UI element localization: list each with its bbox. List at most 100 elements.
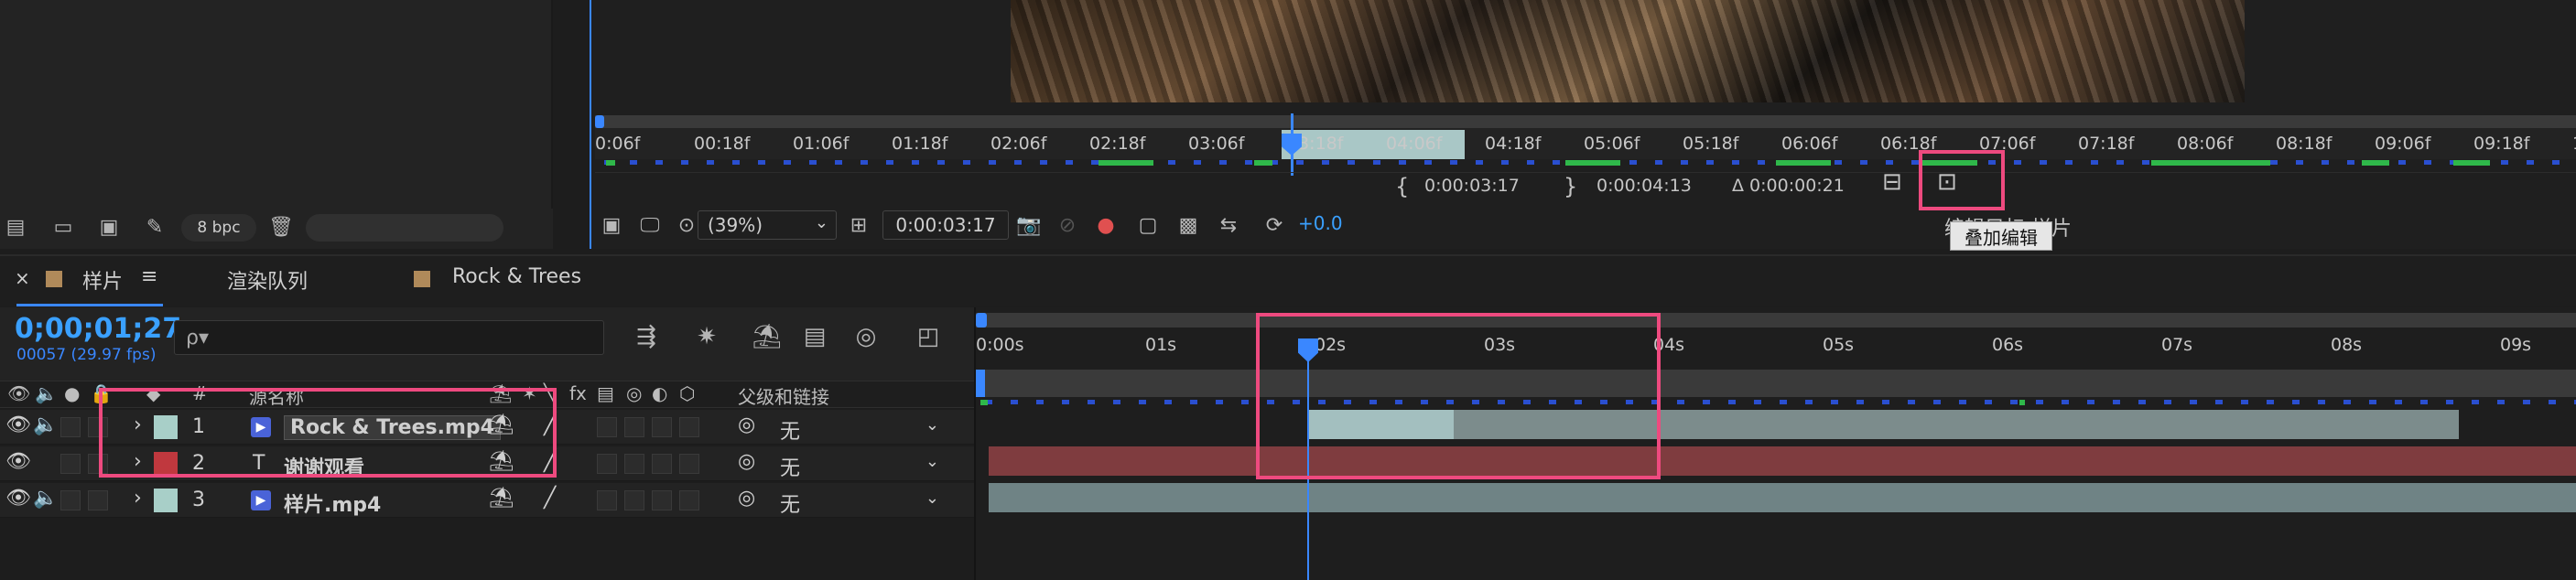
motion-blur-icon[interactable]: ◎ [850, 320, 882, 353]
zoom-dropdown[interactable]: (39%) ⌄ [698, 210, 837, 240]
layer-switch[interactable] [679, 454, 699, 474]
viewer-ruler-label: 01:18f [892, 134, 948, 154]
timeline-work-area[interactable] [976, 370, 2576, 397]
lock-switch[interactable] [88, 490, 108, 510]
region-of-interest-icon[interactable]: ⊞ [844, 210, 873, 240]
timeline-navigator[interactable] [976, 313, 2576, 328]
layer-switch[interactable] [624, 490, 644, 510]
bpc-button[interactable]: 8 bpc [181, 214, 256, 242]
adjustment-column-icon[interactable]: ◐ [652, 382, 667, 404]
timeline-ruler-label: 0:00s [976, 335, 1024, 355]
layer-switch[interactable] [652, 417, 672, 437]
comp-flow-icon[interactable]: ⇶ [630, 320, 663, 353]
parent-value: 无 [780, 494, 801, 517]
solo-switch[interactable] [60, 490, 81, 510]
layer-switch[interactable] [624, 417, 644, 437]
current-timecode[interactable]: 0;00;01;27 [15, 313, 181, 345]
out-bracket-icon: } [1564, 174, 1578, 199]
solo-switch[interactable] [60, 417, 81, 437]
layer-name[interactable]: 样片.mp4 [284, 489, 381, 518]
viewer-navigator[interactable] [595, 115, 2576, 128]
parent-column[interactable]: 父级和链接 [738, 382, 829, 409]
visibility-column-icon[interactable]: 👁 [7, 382, 30, 404]
show-snapshot-icon[interactable]: ⊘ [1053, 210, 1082, 240]
insert-edit-icon[interactable]: ⊟ [1882, 168, 1902, 196]
timeline-ruler-label: 07s [2161, 335, 2193, 355]
layer-switch[interactable] [624, 454, 644, 474]
eye-icon[interactable]: 👁 [5, 450, 31, 473]
project-search-input[interactable] [306, 214, 503, 242]
layer-switch[interactable] [652, 454, 672, 474]
tab-comp[interactable]: 样片 [82, 265, 123, 295]
trash-icon[interactable]: 🗑 [265, 213, 297, 241]
layer-switch[interactable] [597, 490, 617, 510]
shy-icon[interactable]: ⛱ [751, 320, 784, 353]
viewer-ruler-label: 10 [2572, 134, 2576, 154]
frame-blending-icon[interactable]: ▤ [798, 320, 831, 353]
layer-search-input[interactable]: ρ▾ [174, 320, 604, 355]
expand-chevron-icon[interactable]: › [134, 487, 142, 510]
timeline-ruler-label: 05s [1823, 335, 1855, 355]
solo-column-icon[interactable]: ● [64, 382, 80, 404]
layer-2-bar[interactable] [989, 446, 2576, 476]
video-layer-icon: ▶ [251, 490, 271, 510]
eye-icon[interactable]: 👁 [5, 487, 31, 510]
shy-switch-icon[interactable]: ⛱ [489, 487, 514, 510]
brush-icon[interactable]: ✎ [139, 213, 170, 241]
audio-icon[interactable]: 🔈 [33, 487, 58, 510]
parent-value: 无 [780, 457, 801, 480]
eye-icon[interactable]: 👁 [5, 414, 31, 436]
transparency-grid-icon[interactable]: ▩ [1174, 210, 1203, 240]
tab-menu-icon[interactable]: ≡ [141, 265, 157, 288]
3d-column-icon[interactable]: ⬡ [679, 382, 695, 404]
draft-3d-icon[interactable]: ✷ [690, 320, 723, 353]
parent-dropdown[interactable]: 无 ⌄ [780, 489, 945, 517]
camera-icon[interactable]: 📷 [1014, 210, 1044, 240]
reset-exposure-icon[interactable]: ⟳ [1260, 210, 1289, 240]
chevron-down-icon: ⌄ [925, 452, 939, 471]
parent-dropdown[interactable]: 无 ⌄ [780, 415, 945, 444]
label-swatch[interactable] [154, 489, 178, 512]
viewer-ruler-label: 07:18f [2078, 134, 2135, 154]
in-bracket-icon: { [1395, 174, 1410, 199]
fx-column[interactable]: fx [569, 382, 587, 404]
tab-rock-trees[interactable]: Rock & Trees [452, 265, 581, 288]
parent-dropdown[interactable]: 无 ⌄ [780, 452, 945, 480]
motion-blur-column-icon[interactable]: ◎ [626, 382, 642, 404]
layer-switch[interactable] [652, 490, 672, 510]
viewer-ruler-label: 04:06f [1386, 134, 1443, 154]
solo-switch[interactable] [60, 454, 81, 474]
layer-switch[interactable] [679, 490, 699, 510]
layer-switch[interactable] [597, 454, 617, 474]
layer-highlight [99, 388, 557, 478]
viewer-ruler-label: 03:06f [1188, 134, 1245, 154]
viewer-ruler-label: 02:06f [990, 134, 1047, 154]
viewer-ruler-label: 00:18f [694, 134, 751, 154]
viewer-ruler-label: 05:06f [1584, 134, 1640, 154]
chevron-down-icon: ⌄ [925, 489, 939, 508]
close-tab-icon[interactable]: × [15, 267, 30, 289]
exposure-value[interactable]: +0.0 [1298, 212, 1343, 234]
frame-blend-column-icon[interactable]: ▤ [597, 382, 614, 404]
3d-view-icon[interactable]: ⇆ [1214, 210, 1243, 240]
graph-editor-icon[interactable]: ◰ [912, 320, 945, 353]
viewer-timecode[interactable]: 0:00:03:17 [882, 210, 1009, 240]
channels-icon[interactable]: ● [1091, 210, 1120, 240]
new-composition-icon[interactable]: ▣ [93, 213, 124, 241]
audio-column-icon[interactable]: 🔈 [35, 382, 58, 404]
quality-switch-icon[interactable]: ╱ [544, 487, 556, 510]
audio-icon[interactable]: 🔈 [33, 414, 58, 436]
layer-switch[interactable] [679, 417, 699, 437]
always-preview-icon[interactable]: ▣ [597, 210, 626, 240]
pick-whip-icon[interactable]: ◎ [738, 487, 755, 510]
new-folder-icon[interactable]: ▭ [48, 213, 79, 241]
layer-switch[interactable] [597, 417, 617, 437]
viewer-separator [595, 172, 2576, 173]
pick-whip-icon[interactable]: ◎ [738, 450, 755, 473]
interpret-footage-icon[interactable]: ▤ [0, 213, 31, 241]
layer-3-bar[interactable] [989, 483, 2576, 512]
toggle-mask-icon[interactable]: ▢ [1133, 210, 1163, 240]
monitor-icon[interactable]: 🖵 [635, 210, 665, 240]
pick-whip-icon[interactable]: ◎ [738, 414, 755, 436]
tab-render-queue[interactable]: 渲染队列 [227, 265, 308, 295]
